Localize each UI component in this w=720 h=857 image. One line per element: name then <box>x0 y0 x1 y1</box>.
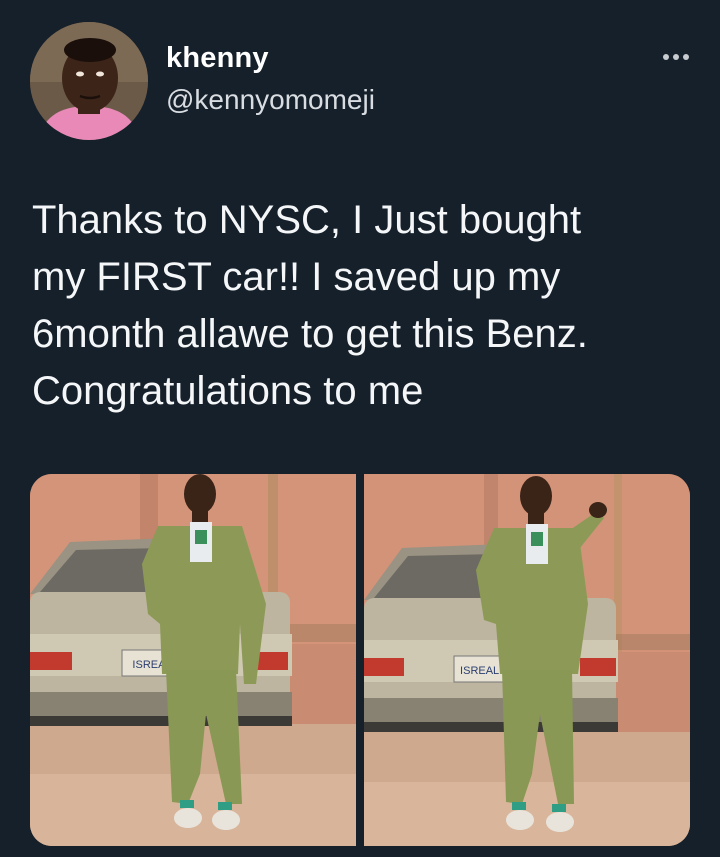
media-photo-1[interactable]: ISREAL <box>30 474 356 846</box>
tweet-text: Thanks to NYSC, I Just bought my FIRST c… <box>32 198 588 413</box>
author-avatar[interactable] <box>30 22 148 140</box>
author-display-name[interactable]: khenny <box>166 42 269 75</box>
more-horizontal-icon-dot <box>683 54 689 60</box>
tweet-media: ISREAL ISREAL 1 <box>30 474 690 846</box>
more-horizontal-icon <box>663 54 669 60</box>
author-handle[interactable]: @kennyomomeji <box>166 84 375 116</box>
more-horizontal-icon-dot <box>673 54 679 60</box>
more-options-button[interactable] <box>652 42 700 72</box>
avatar-photo-icon <box>30 22 148 140</box>
tweet: khenny @kennyomomeji Thanks to NYSC, I J… <box>0 0 720 857</box>
media-photo-2[interactable]: ISREAL 1 <box>364 474 690 846</box>
